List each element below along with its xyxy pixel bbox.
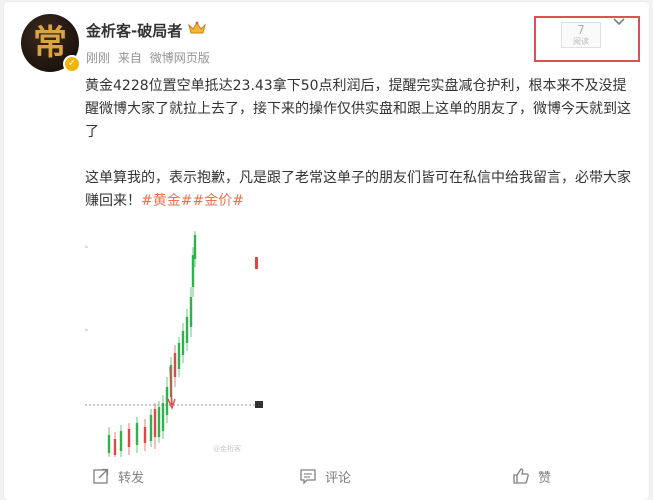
source-prefix: 来自 — [117, 51, 142, 65]
post-meta: 刚刚 来自 微博网页版 — [86, 49, 214, 66]
username[interactable]: 金析客-破局者 — [86, 20, 182, 41]
read-count: 7 — [577, 23, 585, 37]
candle-body — [157, 407, 161, 437]
like-label: 赞 — [538, 470, 552, 486]
hashtag-gold[interactable]: #黄金# — [141, 193, 192, 209]
candle-body — [127, 429, 131, 447]
candle-body — [181, 331, 185, 355]
comment-button[interactable]: 评论 — [299, 465, 351, 487]
post-time[interactable]: 刚刚 — [86, 51, 110, 65]
candle-body — [153, 409, 157, 437]
chart-watermark: @金析客 — [213, 444, 241, 453]
chart-price-marker — [255, 401, 263, 408]
candle-body — [173, 353, 177, 377]
candle-body — [143, 427, 147, 443]
repost-icon — [93, 468, 109, 484]
candle-body — [165, 387, 169, 415]
comment-label: 评论 — [325, 470, 352, 486]
repost-label: 转发 — [118, 470, 145, 486]
like-button[interactable]: 赞 — [512, 465, 551, 487]
candle-body — [185, 317, 189, 343]
post-source: 微博网页版 — [149, 51, 210, 65]
candles-group — [107, 231, 197, 457]
post-paragraph-1: 黄金4228位置空单抵达23.43拿下50点利润后，提醒完实盘减仓护利，根本来不… — [85, 78, 631, 140]
candle-body — [107, 435, 111, 453]
read-label: 阅读 — [573, 37, 589, 46]
candle-body — [177, 343, 181, 369]
candle-body — [191, 255, 195, 287]
post-paragraph-2: 这单算我的，表示抱歉，凡是跟了老常这单子的朋友们皆可在私信中给我留言，必带大家赚… — [85, 167, 635, 213]
post-image-candlestick-chart[interactable]: @金析客 — [85, 227, 265, 457]
post-action-bar: 转发 评论 赞 — [4, 460, 649, 496]
candle-body — [119, 431, 123, 451]
candle-body — [189, 297, 193, 327]
chevron-down-icon[interactable] — [612, 17, 626, 27]
comment-icon — [300, 469, 316, 485]
post-content: 黄金4228位置空单抵达23.43拿下50点利润后，提醒完实盘减仓护利，根本来不… — [85, 75, 635, 213]
verified-badge-icon: ✓ — [63, 55, 81, 73]
hashtag-gold-price[interactable]: #金价# — [192, 193, 243, 209]
candle-body — [161, 403, 165, 431]
crown-icon — [188, 21, 206, 34]
candle-body — [193, 235, 197, 259]
read-count-box: 7 阅读 — [561, 22, 601, 48]
chart-price-marker-red — [255, 257, 258, 269]
candle-body — [149, 415, 153, 441]
candle-body — [135, 423, 139, 445]
repost-button[interactable]: 转发 — [92, 465, 144, 487]
avatar-glyph: 常 — [33, 23, 67, 63]
weibo-post-card: 常 ✓ 金析客-破局者 刚刚 来自 微博网页版 7 阅读 黄金4228位置空单抵… — [4, 2, 649, 500]
candle-body — [113, 439, 117, 455]
thumbs-up-icon — [513, 468, 529, 484]
